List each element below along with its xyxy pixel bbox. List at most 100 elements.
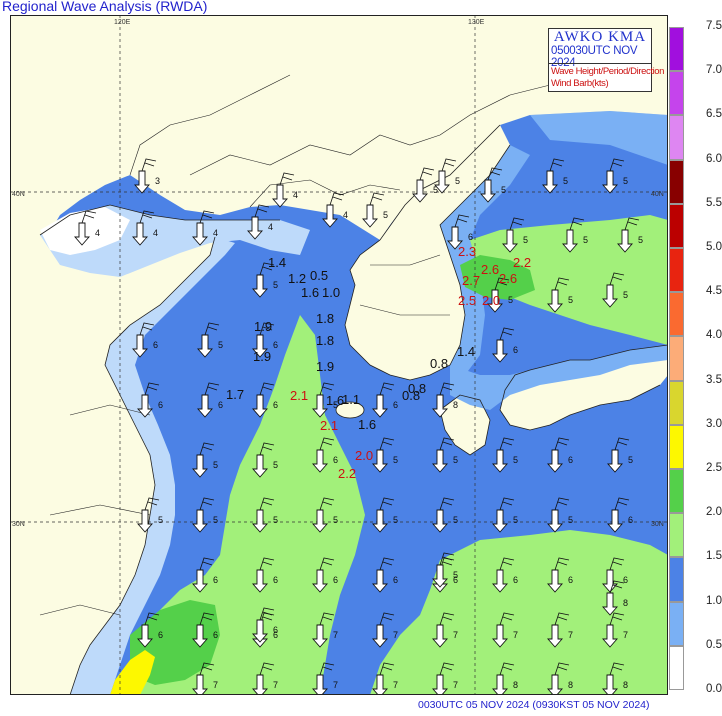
wave-period-label: 5 bbox=[523, 235, 528, 245]
wave-period-label: 6 bbox=[153, 340, 158, 350]
colorbar-cell bbox=[669, 424, 684, 469]
wave-period-label: 5 bbox=[158, 515, 163, 525]
wave-period-label: 4 bbox=[268, 222, 273, 232]
wave-period-label: 5 bbox=[453, 515, 458, 525]
wave-height-label: 2.6 bbox=[499, 271, 517, 286]
wave-period-label: 7 bbox=[453, 680, 458, 690]
wave-period-label: 6 bbox=[273, 575, 278, 585]
wave-period-label: 6 bbox=[273, 400, 278, 410]
wave-height-label: 2.0 bbox=[355, 448, 373, 463]
wave-period-label: 6 bbox=[568, 455, 573, 465]
colorbar-label: 3.0 bbox=[706, 417, 722, 430]
colorbar-cell bbox=[669, 115, 684, 160]
wave-period-label: 6 bbox=[158, 400, 163, 410]
colorbar-label: 2.0 bbox=[706, 506, 722, 519]
wave-period-label: 6 bbox=[158, 630, 163, 640]
wave-height-label: 1.4 bbox=[268, 255, 286, 270]
wave-period-label: 7 bbox=[273, 680, 278, 690]
wave-height-label: 1.1 bbox=[342, 392, 360, 407]
legend-wind-text: Wind Barb(kts) bbox=[551, 78, 609, 89]
wave-period-label: 6 bbox=[333, 575, 338, 585]
wave-period-label: 6 bbox=[628, 515, 633, 525]
wave-period-label: 7 bbox=[453, 630, 458, 640]
wave-height-label: 1.6 bbox=[358, 417, 376, 432]
wave-period-label: 5 bbox=[455, 176, 460, 186]
colorbar-label: 1.5 bbox=[706, 550, 722, 563]
wave-period-label: 5 bbox=[583, 235, 588, 245]
colorbar-cell bbox=[669, 469, 684, 514]
colorbar-label: 5.0 bbox=[706, 241, 722, 253]
colorbar-cell bbox=[669, 380, 684, 425]
wave-period-label: 8 bbox=[513, 680, 518, 690]
colorbar-label: 1.0 bbox=[706, 594, 722, 607]
colorbar-cell bbox=[669, 601, 684, 646]
wave-period-label: 5 bbox=[513, 455, 518, 465]
wave-period-label: 5 bbox=[623, 176, 628, 186]
footer-timestamp: 0030UTC 05 NOV 2024 (0930KST 05 NOV 2024… bbox=[418, 699, 650, 711]
wave-period-label: 5 bbox=[393, 515, 398, 525]
wave-height-label: 2.6 bbox=[481, 262, 499, 277]
colorbar-label: 6.0 bbox=[706, 152, 722, 165]
grid-label-30n: 30N bbox=[12, 521, 25, 528]
wave-period-label: 7 bbox=[213, 680, 218, 690]
colorbar-label: 5.5 bbox=[706, 196, 722, 209]
wave-period-label: 5 bbox=[273, 460, 278, 470]
wave-period-label: 6 bbox=[623, 575, 628, 585]
wave-period-label: 5 bbox=[453, 570, 458, 580]
wave-height-label: 1.4 bbox=[457, 344, 475, 359]
wave-period-label: 3 bbox=[155, 176, 160, 186]
wave-period-label: 7 bbox=[568, 630, 573, 640]
wave-period-label: 4 bbox=[293, 190, 298, 200]
wave-period-label: 7 bbox=[333, 680, 338, 690]
wave-height-label: 2.5 bbox=[458, 293, 476, 308]
wave-period-label: 4 bbox=[213, 228, 218, 238]
wave-period-label: 5 bbox=[628, 455, 633, 465]
wave-height-label: 1.2 bbox=[288, 271, 306, 286]
wave-period-label: 6 bbox=[273, 625, 278, 635]
grid-label-30n-right: 30N bbox=[651, 521, 664, 528]
legend-divider bbox=[549, 63, 651, 64]
wave-height-label: 2.1 bbox=[290, 388, 308, 403]
wave-period-label: 5 bbox=[568, 515, 573, 525]
wave-map: 120E 130E 40N 40N 30N 30N 3 4 4 4 4 4 4 5 5 5 5 5 5 6… bbox=[10, 15, 668, 695]
wave-period-label: 6 bbox=[213, 630, 218, 640]
wave-period-label: 7 bbox=[393, 680, 398, 690]
colorbar-cell bbox=[669, 336, 684, 381]
wave-height-label: 1.6 bbox=[301, 285, 319, 300]
legend-box: AWKO KMA 050030UTC NOV 2024 Wave Height/… bbox=[548, 28, 664, 92]
wave-period-label: 5 bbox=[213, 515, 218, 525]
wave-period-label: 5 bbox=[453, 455, 458, 465]
wave-period-label: 5 bbox=[508, 295, 513, 305]
wave-period-label: 6 bbox=[393, 400, 398, 410]
wave-period-label: 5 bbox=[568, 295, 573, 305]
wave-period-label: 5 bbox=[393, 455, 398, 465]
wave-period-label: 5 bbox=[501, 185, 506, 195]
colorbar-label: 4.5 bbox=[706, 285, 722, 298]
wave-height-label: 1.9 bbox=[254, 319, 272, 334]
legend-wave-text: Wave Height/Period/Direction bbox=[551, 66, 665, 77]
wave-period-label: 8 bbox=[623, 598, 628, 608]
colorbar-cell bbox=[669, 27, 684, 72]
colorbar-cell bbox=[669, 557, 684, 602]
wave-height-label: 1.9 bbox=[253, 349, 271, 364]
wave-period-label: 4 bbox=[153, 228, 158, 238]
colorbar-cell bbox=[669, 159, 684, 204]
wave-period-label: 8 bbox=[568, 680, 573, 690]
wave-height-label: 2.2 bbox=[513, 255, 531, 270]
colorbar-label: 6.5 bbox=[706, 108, 722, 121]
colorbar-label: 0.0 bbox=[706, 683, 722, 695]
grid-label-120e: 120E bbox=[114, 19, 131, 26]
colorbar-label: 7.0 bbox=[706, 64, 722, 77]
wave-period-label: 5 bbox=[273, 280, 278, 290]
wave-period-label: 5 bbox=[623, 290, 628, 300]
colorbar-cell bbox=[669, 71, 684, 116]
wave-period-label: 6 bbox=[213, 575, 218, 585]
wave-period-label: 5 bbox=[563, 176, 568, 186]
wave-period-label: 5 bbox=[218, 340, 223, 350]
wave-height-label: 0.8 bbox=[430, 356, 448, 371]
wave-height-label: 0.5 bbox=[310, 268, 328, 283]
wave-period-label: 6 bbox=[468, 232, 473, 242]
wave-period-label: 5 bbox=[273, 515, 278, 525]
grid-label-40n-right: 40N bbox=[651, 191, 664, 198]
wave-period-label: 8 bbox=[623, 680, 628, 690]
